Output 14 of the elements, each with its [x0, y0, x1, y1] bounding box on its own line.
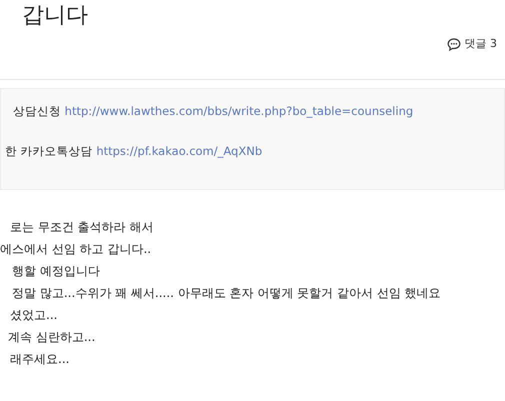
comment-count[interactable]: 댓글 3 [464, 36, 497, 52]
link[interactable]: http://www.lawthes.com/bbs/write.php?bo_table=counseling [64, 104, 414, 118]
notice-line: 상담신청 http://www.lawthes.com/bbs/write.php?bo_table=counseling [13, 103, 414, 119]
speech-bubble-icon [446, 38, 460, 51]
body-line: 래주세요... [9, 351, 70, 368]
link[interactable]: https://pf.kakao.com/_AqXNb [96, 144, 262, 158]
body-line: 셨었고... [9, 307, 58, 324]
notice-line: 한 카카오톡상담 https://pf.kakao.com/_AqXNb [5, 143, 264, 159]
body-line: 정말 많고...수위가 꽤 쎄서..... 아무래도 혼자 어떻게 못할거 같아서 선임 했네요 [11, 285, 442, 302]
body-line: 로는 무조건 출석하라 해서 [9, 219, 154, 236]
body-line: 에스에서 선임 하고 갑니다.. [0, 241, 152, 258]
post-title: 갑니다 [21, 2, 89, 30]
body-line: 행할 예정입니다 [11, 263, 101, 280]
body-line: 계속 심란하고... [7, 329, 96, 346]
